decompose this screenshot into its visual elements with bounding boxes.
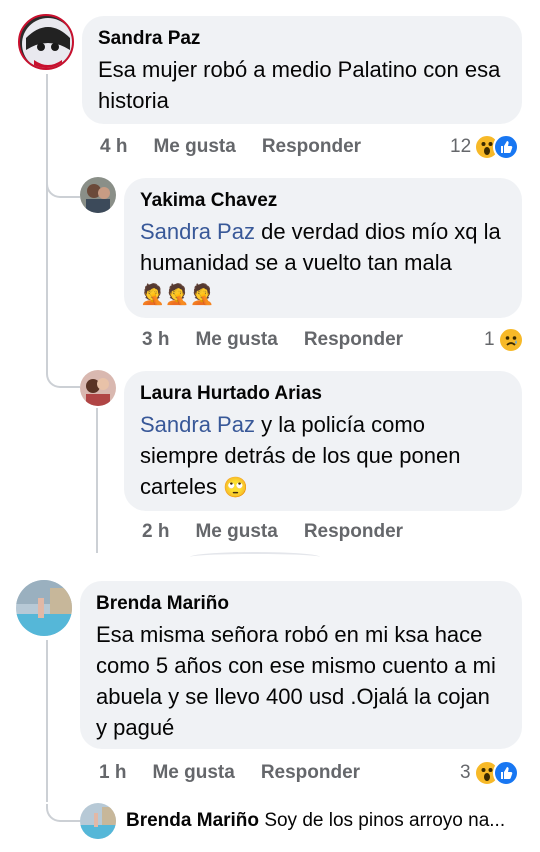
like-button[interactable]: Me gusta — [195, 521, 277, 543]
avatar-pool-photo-icon — [16, 580, 72, 636]
comment-time[interactable]: 3 h — [142, 329, 169, 351]
avatar-photo-icon — [80, 370, 116, 406]
reply-preview[interactable]: Brenda Mariño Soy de los pinos arroyo na… — [126, 810, 526, 832]
avatar[interactable] — [18, 14, 74, 70]
avatar[interactable] — [80, 177, 116, 213]
thread-line-curve — [46, 370, 80, 388]
facepalm-emoji: 🤦🤦🤦 — [140, 284, 215, 306]
comment-actions: 1 h Me gusta Responder — [99, 762, 360, 784]
reply-button[interactable]: Responder — [304, 521, 403, 543]
reaction-count: 12 — [450, 136, 472, 157]
sad-reaction-icon — [497, 327, 524, 353]
reaction-count: 3 — [460, 762, 471, 783]
mention-link[interactable]: Sandra Paz — [140, 219, 255, 244]
comment-bubble: Sandra Paz Esa mujer robó a medio Palati… — [82, 16, 522, 124]
comment-author[interactable]: Sandra Paz — [98, 28, 506, 50]
thread-line — [96, 408, 98, 553]
like-button[interactable]: Me gusta — [152, 762, 234, 784]
thread-line — [46, 640, 48, 802]
thread-line-curve — [46, 180, 80, 198]
comment-bubble: Laura Hurtado Arias Sandra Paz y la poli… — [124, 371, 522, 511]
comment-author[interactable]: Yakima Chavez — [140, 190, 506, 212]
thread-line — [46, 74, 48, 374]
comment-bubble: Yakima Chavez Sandra Paz de verdad dios … — [124, 178, 522, 318]
like-reaction-icon — [492, 760, 519, 786]
avatar-pool-photo-icon — [80, 803, 116, 839]
reaction-summary[interactable]: 1 — [484, 327, 524, 353]
loading-divider — [190, 552, 320, 562]
comment-actions: 2 h Me gusta Responder — [142, 521, 403, 543]
eye-roll-emoji: 🙄 — [223, 477, 249, 499]
reaction-summary[interactable]: 12 — [450, 134, 520, 160]
comment-time[interactable]: 4 h — [100, 136, 127, 158]
comment-time[interactable]: 1 h — [99, 762, 126, 784]
avatar-anime-girl-icon — [22, 18, 72, 68]
like-button[interactable]: Me gusta — [195, 329, 277, 351]
avatar[interactable] — [80, 370, 116, 406]
avatar[interactable] — [80, 803, 116, 839]
reaction-count: 1 — [484, 329, 495, 350]
avatar[interactable] — [16, 580, 72, 636]
comment-author[interactable]: Brenda Mariño — [96, 593, 506, 615]
comment-text: Sandra Paz y la policía como siempre det… — [140, 409, 506, 504]
avatar-photo-icon — [80, 177, 116, 213]
comment-text: Esa misma señora robó en mi ksa hace com… — [96, 622, 496, 740]
reply-button[interactable]: Responder — [261, 762, 360, 784]
reply-button[interactable]: Responder — [304, 329, 403, 351]
comment-actions: 4 h Me gusta Responder — [100, 136, 361, 158]
comment-text: Esa mujer robó a medio Palatino con esa … — [98, 57, 501, 113]
reply-preview-author[interactable]: Brenda Mariño — [126, 810, 259, 831]
thread-line-curve — [46, 804, 80, 822]
comment-text: Sandra Paz de verdad dios mío xq la huma… — [140, 216, 506, 311]
reply-preview-text: Soy de los pinos arroyo na... — [264, 810, 506, 831]
mention-link[interactable]: Sandra Paz — [140, 412, 255, 437]
like-reaction-icon — [493, 134, 520, 160]
like-button[interactable]: Me gusta — [153, 136, 235, 158]
comment-actions: 3 h Me gusta Responder — [142, 329, 403, 351]
comment-bubble: Brenda Mariño Esa misma señora robó en m… — [80, 581, 522, 749]
reply-button[interactable]: Responder — [262, 136, 361, 158]
reaction-summary[interactable]: 3 — [460, 760, 519, 786]
comment-author[interactable]: Laura Hurtado Arias — [140, 383, 506, 405]
comment-time[interactable]: 2 h — [142, 521, 169, 543]
